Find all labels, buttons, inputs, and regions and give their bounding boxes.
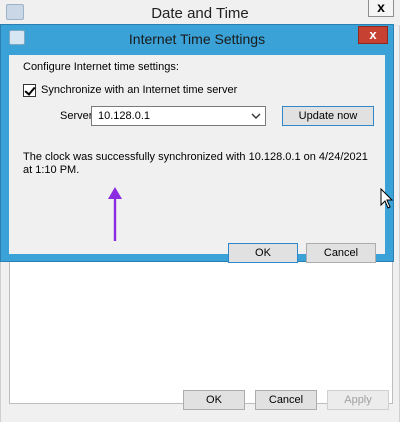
parent-cancel-button[interactable]: Cancel bbox=[255, 390, 317, 410]
mouse-pointer-icon bbox=[380, 188, 394, 209]
chevron-down-icon[interactable] bbox=[250, 110, 262, 122]
arrow-up-icon bbox=[108, 187, 122, 241]
parent-titlebar: Date and Time x bbox=[0, 0, 400, 26]
sync-status-message: The clock was successfully synchronized … bbox=[23, 151, 368, 176]
server-combobox[interactable]: 10.128.0.1 bbox=[91, 106, 266, 126]
dialog-title: Internet Time Settings bbox=[128, 31, 266, 47]
sync-checkbox[interactable] bbox=[23, 84, 36, 97]
parent-close-button[interactable]: x bbox=[368, 0, 394, 17]
parent-apply-button: Apply bbox=[327, 390, 389, 410]
dialog-content: Configure Internet time settings: Synchr… bbox=[9, 55, 385, 263]
internet-time-dialog: Internet Time Settings x Configure Inter… bbox=[0, 24, 394, 263]
parent-window-title: Date and Time bbox=[151, 5, 249, 22]
dialog-titlebar: Internet Time Settings x bbox=[1, 25, 393, 51]
intro-label: Configure Internet time settings: bbox=[23, 61, 179, 73]
dialog-cancel-button[interactable]: Cancel bbox=[306, 243, 376, 263]
dialog-ok-button[interactable]: OK bbox=[228, 243, 298, 263]
parent-ok-button[interactable]: OK bbox=[183, 390, 245, 410]
tab-panel bbox=[9, 254, 393, 404]
update-now-button[interactable]: Update now bbox=[282, 106, 374, 126]
server-value[interactable]: 10.128.0.1 bbox=[98, 110, 150, 122]
sync-checkbox-label[interactable]: Synchronize with an Internet time server bbox=[41, 84, 237, 96]
dialog-close-button[interactable]: x bbox=[358, 26, 388, 44]
